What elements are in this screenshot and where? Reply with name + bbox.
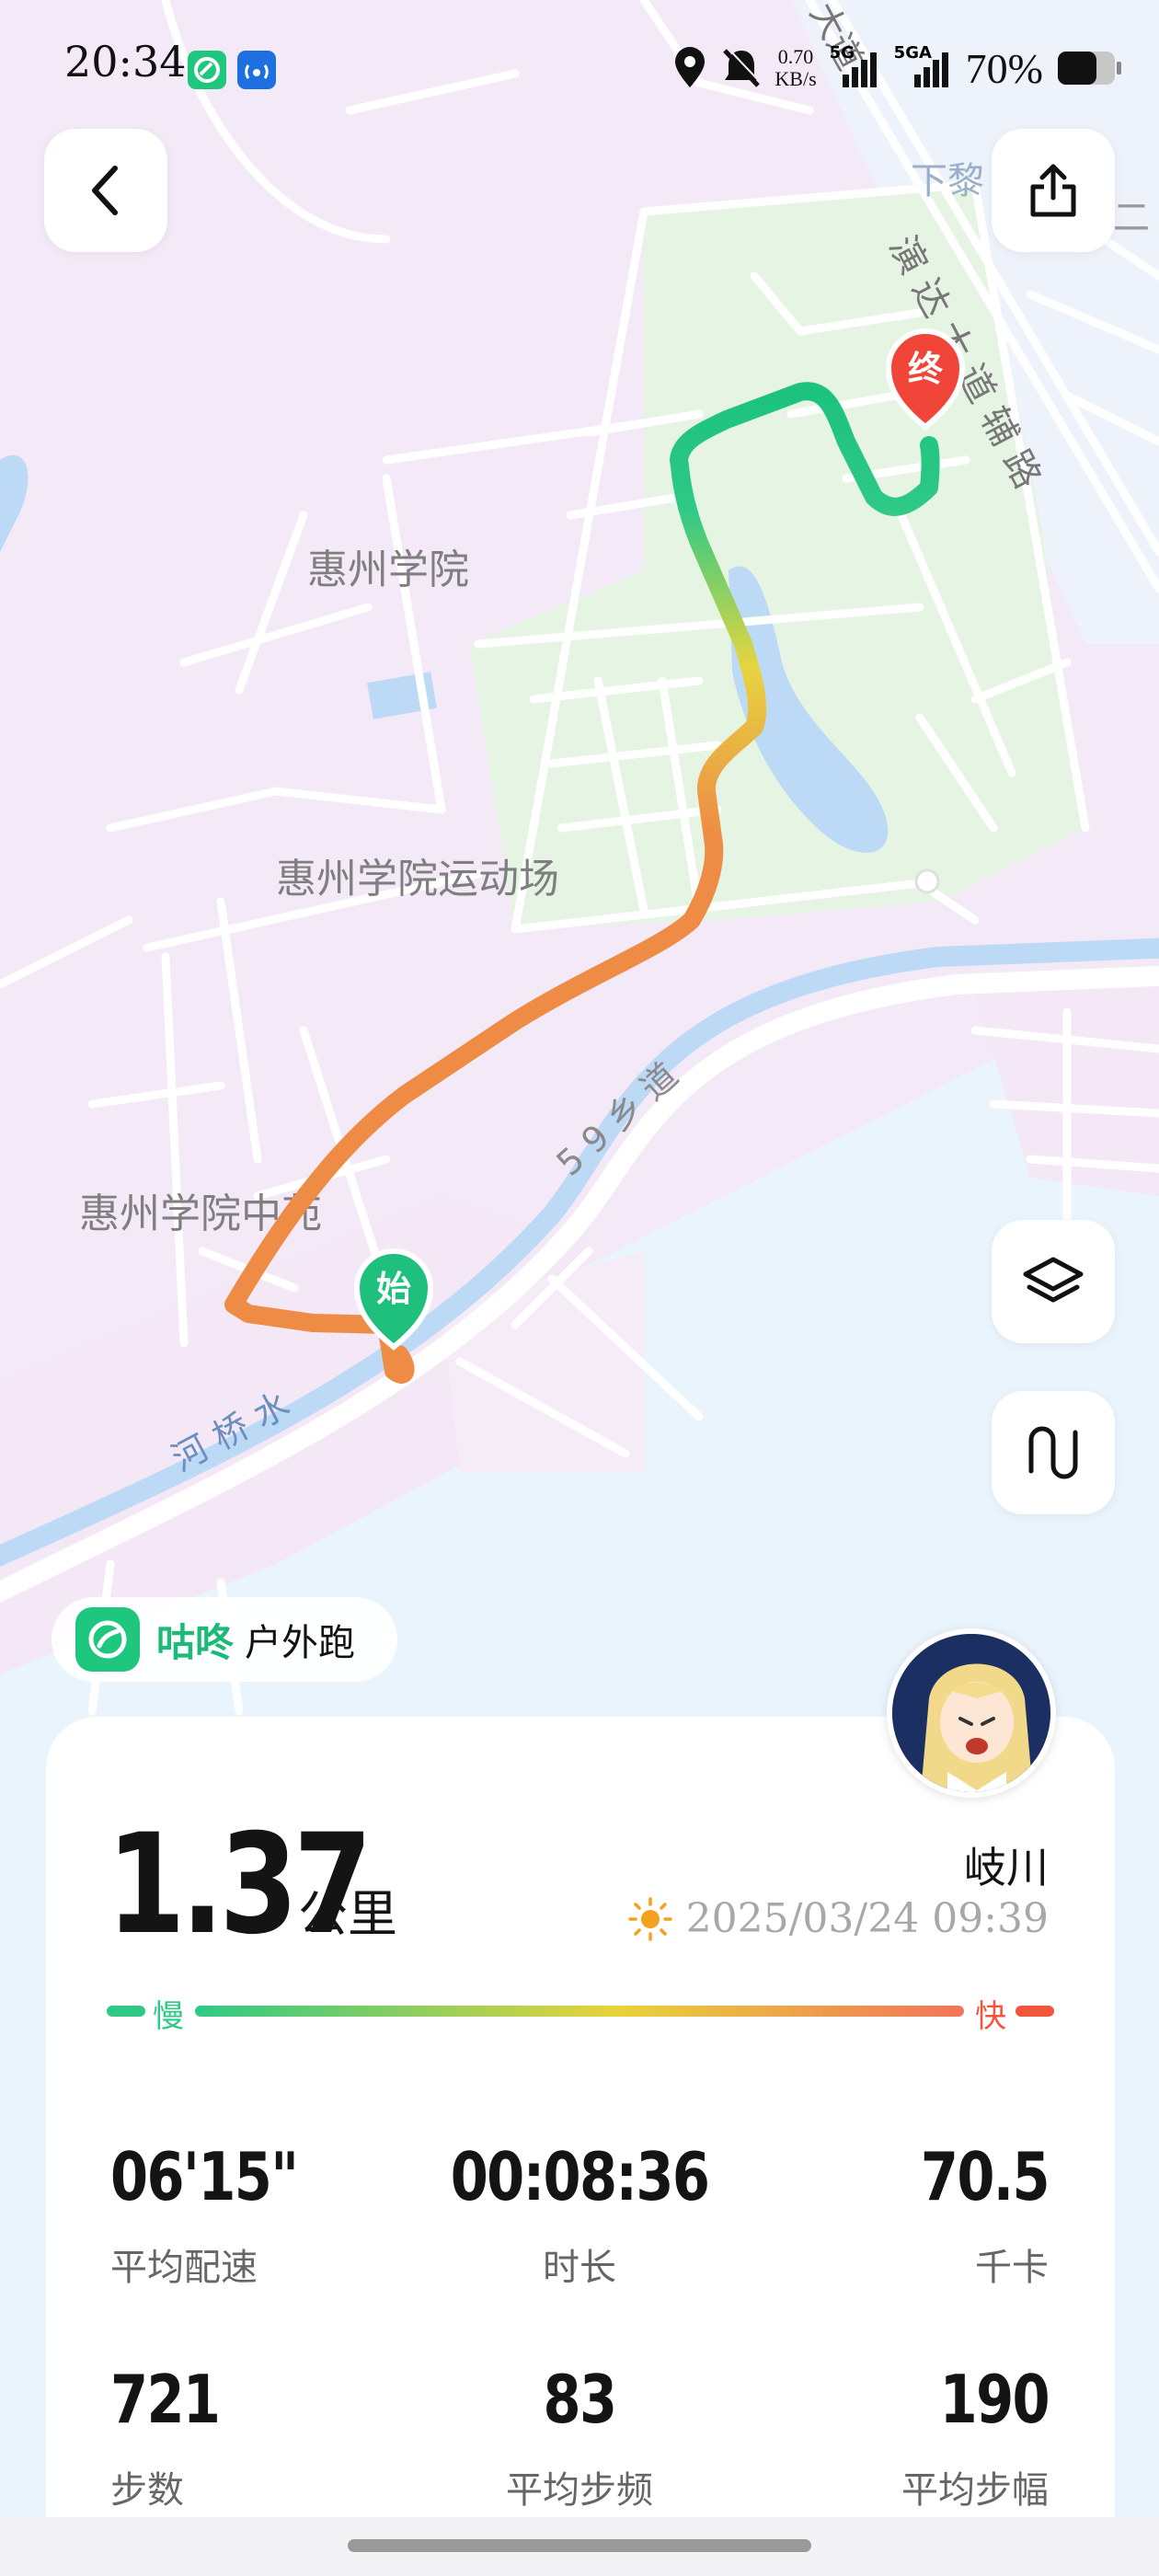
status-bar: 20:34 0.70 KB/s 5G 5GA 70% — [0, 0, 1159, 138]
stat-label: 时长 — [543, 2247, 616, 2289]
pace-gradient — [107, 2006, 1054, 2017]
sun-icon — [627, 1896, 672, 1941]
status-time: 20:34 — [64, 37, 187, 86]
stat-value: 06'15" — [110, 2138, 299, 2215]
broadcast-notification-icon — [237, 51, 276, 89]
codoon-notification-icon — [188, 51, 226, 89]
sim1-label: 5G — [829, 43, 855, 63]
activity-type: 户外跑 — [245, 1622, 356, 1664]
stat-stride: 190 平均步幅 — [717, 2361, 1050, 2513]
share-icon — [1030, 164, 1076, 217]
net-speed-value: 0.70 — [777, 45, 814, 68]
route-wave-icon — [1028, 1426, 1078, 1479]
location-icon — [675, 47, 706, 87]
brand-name: 咕咚 — [156, 1619, 235, 1665]
summary-card: 1.37 公里 岐川 2025/03/24 09:39 慢 快 06'15" 平… — [46, 1628, 1115, 2576]
map-label-campus: 惠州学院 — [307, 546, 469, 593]
layers-icon — [1023, 1257, 1084, 1303]
sim2-label: 5GA — [893, 43, 932, 63]
stat-label: 步数 — [110, 2469, 184, 2512]
stat-value: 721 — [110, 2361, 221, 2438]
stat-value: 70.5 — [920, 2138, 1050, 2215]
map-label-edge: 二 — [1113, 197, 1150, 239]
stat-avg-pace: 06'15" 平均配速 — [110, 2144, 442, 2291]
distance-unit: 公里 — [298, 1885, 397, 1943]
fast-label: 快 — [975, 1998, 1006, 2035]
user-avatar[interactable] — [887, 1628, 1056, 1798]
back-button[interactable] — [44, 129, 167, 252]
net-speed-unit: KB/s — [775, 67, 817, 90]
signal-sim2: 5GA — [894, 43, 953, 89]
chevron-left-icon — [92, 166, 118, 215]
pace-legend-bar: 慢 快 — [107, 1993, 1054, 2035]
stat-value: 83 — [543, 2361, 618, 2438]
stat-value: 190 — [939, 2361, 1050, 2438]
start-marker-label: 始 — [376, 1269, 411, 1309]
stat-steps: 721 步数 — [110, 2366, 442, 2513]
stat-cadence: 83 平均步频 — [414, 2366, 745, 2513]
route-playback-button[interactable] — [992, 1391, 1115, 1514]
user-name: 岐川 — [964, 1843, 1049, 1892]
end-marker-label: 终 — [908, 349, 944, 389]
home-indicator[interactable] — [348, 2539, 811, 2552]
map-label-stadium: 惠州学院运动场 — [276, 856, 559, 903]
map-layers-button[interactable] — [992, 1220, 1115, 1343]
run-datetime: 2025/03/24 09:39 — [685, 1895, 1049, 1942]
codoon-logo-icon — [75, 1607, 140, 1672]
mute-bell-icon — [723, 47, 763, 87]
stat-calories: 70.5 千卡 — [717, 2138, 1050, 2291]
slow-label: 慢 — [153, 1998, 184, 2035]
stat-label: 平均步频 — [506, 2469, 653, 2512]
date-row: 2025/03/24 09:39 — [627, 1895, 1049, 1942]
signal-sim1: 5G — [830, 43, 881, 89]
status-right-group: 0.70 KB/s 5G 5GA 70% — [671, 40, 1122, 96]
stat-duration: 00:08:36 时长 — [414, 2144, 745, 2291]
map-label-xiali: 下黎 — [911, 160, 984, 202]
stat-label: 平均配速 — [110, 2247, 258, 2289]
stat-value: 00:08:36 — [450, 2138, 710, 2215]
battery-percent: 70% — [965, 44, 1043, 92]
stat-label: 千卡 — [975, 2247, 1049, 2289]
share-button[interactable] — [992, 129, 1115, 252]
brand-pill: 咕咚 户外跑 — [52, 1597, 397, 1682]
battery-icon — [1058, 52, 1121, 85]
net-speed: 0.70 KB/s — [775, 46, 816, 90]
stat-label: 平均步幅 — [901, 2469, 1049, 2512]
